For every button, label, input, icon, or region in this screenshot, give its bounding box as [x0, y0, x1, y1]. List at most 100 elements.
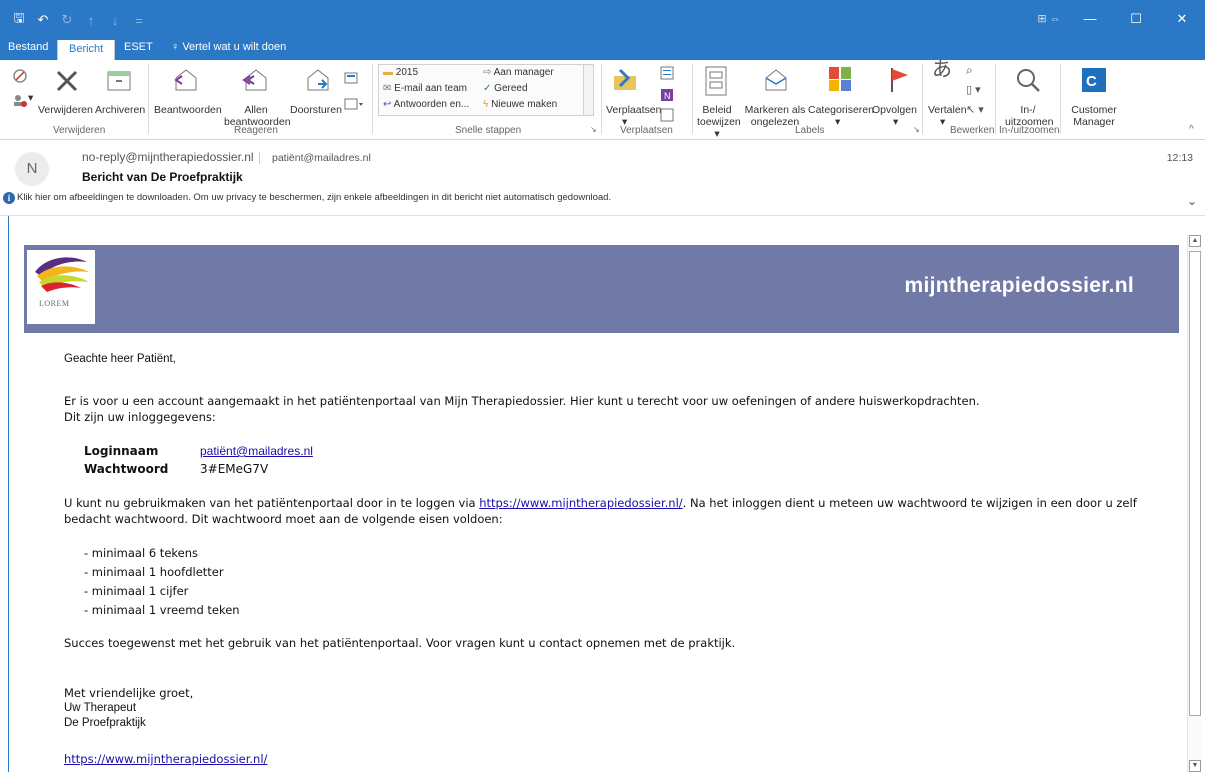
previous-item-icon[interactable]: ↑	[84, 13, 98, 28]
dialog-launcher-icon[interactable]: ↘	[590, 125, 597, 134]
customize-toolbar-icon[interactable]: =	[132, 13, 146, 28]
move-button[interactable]: Verplaatsen	[606, 104, 661, 116]
group-label-zoom: In-/uitzoomen	[999, 125, 1060, 136]
scroll-down-icon[interactable]: ▼	[1189, 760, 1201, 772]
signature-practice: De Proefpraktijk	[64, 717, 146, 729]
quick-step-create-new-label: Nieuwe maken	[491, 99, 558, 110]
more-respond-icon[interactable]	[344, 98, 364, 112]
login-value-link[interactable]: patiënt@mailadres.nl	[200, 444, 313, 458]
quick-steps-scrollbar[interactable]	[583, 65, 593, 115]
select-icon[interactable]: ↖ ▾	[966, 104, 984, 116]
portal-link[interactable]: https://www.mijntherapiedossier.nl/	[479, 496, 682, 510]
recipient-address[interactable]: patiënt@mailadres.nl	[272, 152, 371, 164]
chevron-down-icon[interactable]: ⌄	[1187, 194, 1197, 208]
reading-pane-border	[8, 216, 9, 772]
group-label-labels: Labels	[795, 125, 825, 136]
envelope-icon: ✉	[383, 83, 392, 94]
forward-button[interactable]: Doorsturen	[290, 104, 342, 116]
requirement-item: - minimaal 6 tekens	[84, 546, 198, 560]
customer-manager-label-2: Manager	[1073, 116, 1115, 128]
onenote-icon[interactable]: N	[660, 88, 676, 102]
greeting: Geachte heer Patiënt,	[64, 353, 176, 365]
quick-step-reply-delete[interactable]: ↩ Antwoorden en...	[383, 99, 469, 110]
group-separator	[922, 64, 923, 134]
quick-step-create-new[interactable]: ϟ Nieuwe maken	[483, 99, 557, 110]
quick-step-manager[interactable]: ⇨ Aan manager	[483, 67, 554, 78]
scroll-thumb[interactable]	[1189, 251, 1201, 716]
follow-up-dropdown-icon[interactable]: ▾	[893, 116, 898, 128]
assign-policy-label-2: toewijzen	[697, 116, 741, 128]
tell-me-label: Vertel wat u wilt doen	[182, 41, 287, 53]
undo-icon[interactable]: ↶	[36, 12, 50, 28]
password-value: 3#EMeG7V	[200, 462, 269, 476]
close-button[interactable]: ✕	[1159, 11, 1205, 27]
download-images-infobar[interactable]: i Klik hier om afbeeldingen te downloade…	[0, 191, 1205, 209]
archive-button[interactable]: Archiveren	[95, 104, 145, 116]
customer-manager-icon: C	[1082, 68, 1106, 92]
login-label: Loginnaam	[84, 444, 159, 458]
tab-bericht[interactable]: Bericht	[57, 40, 116, 60]
junk-dropdown-icon[interactable]: ▾	[28, 92, 33, 104]
reply-button[interactable]: Beantwoorden	[154, 104, 222, 116]
mark-unread-icon	[765, 69, 787, 91]
ignore-icon[interactable]	[12, 68, 28, 84]
tell-me-search[interactable]: ♀ Vertel wat u wilt doen	[171, 41, 286, 53]
ribbon-tabs: Bestand Bericht ESET ♀ Vertel wat u wilt…	[0, 37, 1205, 60]
categorize-button[interactable]: Categoriseren	[808, 104, 874, 116]
practice-logo: LOREM	[27, 250, 95, 324]
rules-icon[interactable]	[660, 66, 676, 80]
footer-link[interactable]: https://www.mijntherapiedossier.nl/	[64, 751, 267, 767]
assign-policy-button[interactable]: Beleid toewijzen ▾	[697, 104, 741, 140]
zoom-icon	[1017, 69, 1040, 92]
header-divider	[259, 152, 260, 164]
dialog-launcher-icon[interactable]: ↘	[913, 125, 920, 134]
quick-step-done[interactable]: ✓ Gereed	[483, 83, 528, 94]
translate-dropdown-icon[interactable]: ▾	[940, 116, 945, 128]
group-separator	[1060, 64, 1061, 134]
usage-line-1-post: . Na het inloggen dient u meteen uw wach…	[682, 496, 1137, 510]
reply-icon	[174, 69, 197, 91]
group-label-verwijderen: Verwijderen	[53, 125, 106, 136]
quick-step-2015[interactable]: ▬ 2015	[383, 67, 418, 78]
email-banner: LOREM mijntherapiedossier.nl	[24, 245, 1179, 333]
customer-manager-button[interactable]: Customer Manager	[1066, 104, 1122, 128]
redo-icon[interactable]: ↻	[60, 12, 74, 28]
junk-icon[interactable]	[12, 92, 28, 108]
collapse-ribbon-icon[interactable]: ^	[1189, 124, 1194, 136]
categorize-dropdown-icon[interactable]: ▾	[835, 116, 840, 128]
related-icon[interactable]: ▯ ▾	[966, 84, 981, 96]
logo-text: LOREM	[39, 299, 70, 308]
find-icon[interactable]: ⌕	[966, 64, 973, 76]
follow-up-button[interactable]: Opvolgen	[872, 104, 917, 116]
forward-small-icon: ⇨	[483, 67, 492, 78]
actions-icon[interactable]	[660, 108, 680, 122]
intro-line-2: Dit zijn uw inloggegevens:	[64, 410, 216, 424]
minimize-button[interactable]: —	[1067, 11, 1113, 26]
maximize-button[interactable]: ☐	[1113, 11, 1159, 27]
next-item-icon[interactable]: ↓	[108, 13, 122, 28]
translate-button[interactable]: Vertalen	[928, 104, 967, 116]
group-separator	[601, 64, 602, 134]
scroll-up-icon[interactable]: ▲	[1189, 235, 1201, 247]
requirement-item: - minimaal 1 hoofdletter	[84, 565, 224, 579]
intro-line-1: Er is voor u een account aangemaakt in h…	[64, 394, 980, 408]
logo-swoosh-icon	[35, 257, 89, 292]
meeting-reply-icon[interactable]	[344, 72, 358, 86]
move-icon	[614, 68, 636, 90]
assign-policy-label-1: Beleid	[702, 104, 732, 116]
forward-icon	[307, 69, 329, 91]
save-icon[interactable]: 🖫	[12, 9, 26, 31]
tab-eset[interactable]: ESET	[124, 41, 153, 53]
translate-icon: あ	[932, 59, 952, 81]
usage-line-1: U kunt nu gebruikmaken van het patiënten…	[64, 495, 1137, 511]
title-bar: 🖫 ↶ ↻ ↑ ↓ = ⊞ ⇔ — ☐ ✕	[0, 0, 1205, 37]
sender-address[interactable]: no-reply@mijntherapiedossier.nl	[82, 150, 254, 164]
delete-button[interactable]: Verwijderen	[38, 104, 93, 116]
quick-step-email-team[interactable]: ✉ E-mail aan team	[383, 83, 467, 94]
tab-bestand[interactable]: Bestand	[8, 41, 48, 53]
group-label-reageren: Reageren	[234, 125, 278, 136]
zoom-label-1: In-/	[1020, 104, 1036, 116]
vertical-scrollbar[interactable]: ▲ ▼	[1187, 235, 1201, 772]
ribbon-display-options-icon[interactable]: ⊞ ⇔	[1031, 12, 1067, 25]
signature-therapist: Uw Therapeut	[64, 702, 137, 714]
